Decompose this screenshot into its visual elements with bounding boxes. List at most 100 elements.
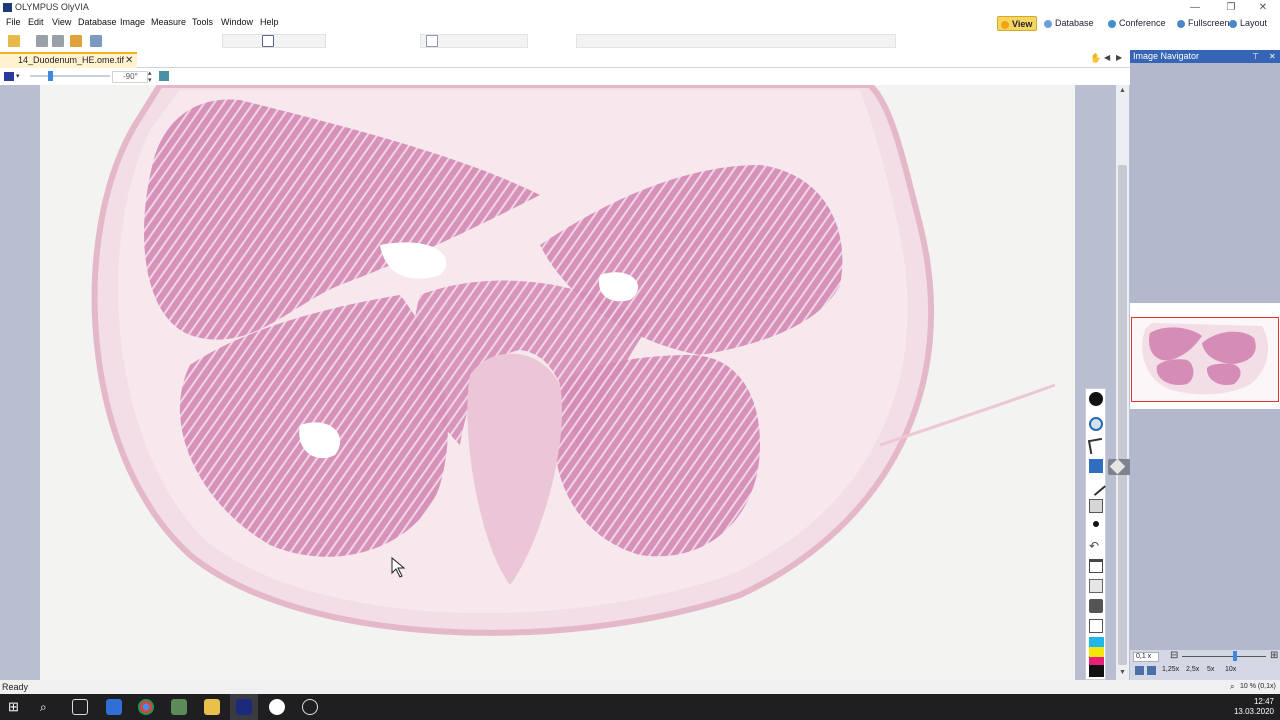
menu-view[interactable]: View: [52, 17, 71, 27]
tool-options-icon[interactable]: [90, 35, 102, 47]
close-tab-icon[interactable]: ✕: [125, 54, 133, 67]
fullscreen-mode-button[interactable]: Fullscreen: [1174, 16, 1234, 31]
chrome-icon[interactable]: [138, 699, 154, 715]
rotation-apply-icon[interactable]: [159, 71, 169, 81]
menu-file[interactable]: File: [6, 17, 21, 27]
fit-icon[interactable]: [1135, 666, 1144, 675]
zoom-in-icon[interactable]: ⊞: [1270, 650, 1278, 661]
database-mode-label: Database: [1055, 18, 1094, 28]
highlighter-icon[interactable]: [1109, 458, 1126, 475]
rotation-stepper[interactable]: ▴ ▾: [148, 70, 152, 84]
color-channel-icon[interactable]: [4, 72, 14, 81]
vertical-scrollbar[interactable]: ▲ ▼: [1116, 85, 1129, 680]
menu-database[interactable]: Database: [78, 17, 117, 27]
zoom-slider-track[interactable]: [1182, 656, 1266, 657]
search-icon[interactable]: ⌕: [40, 699, 56, 715]
measure-tool-group: [576, 34, 896, 48]
view-mode-button[interactable]: View: [997, 16, 1038, 31]
navigator-thumbnail[interactable]: [1131, 317, 1279, 402]
layout-mode-label: Layout: [1240, 18, 1268, 28]
magnifier-icon: ⌕: [1230, 682, 1235, 691]
navigator-title-bar: Image Navigator ⊤ ✕: [1130, 50, 1280, 63]
olyvia-taskbar-icon[interactable]: [236, 699, 252, 715]
pointer-arrow-icon[interactable]: [1087, 437, 1105, 455]
windows-taskbar: ⊞ ⌕ 12:47 13.03.2020: [0, 694, 1280, 720]
single-view-icon[interactable]: [262, 35, 274, 47]
minimize-button[interactable]: —: [1178, 0, 1212, 15]
file-explorer-icon[interactable]: [204, 699, 220, 715]
slide-image[interactable]: [40, 85, 1075, 680]
menu-edit[interactable]: Edit: [28, 17, 44, 27]
status-bar: Ready ⌕ 10 % (0,1x): [0, 680, 1280, 694]
layout-mode-button[interactable]: Layout: [1226, 16, 1271, 31]
brightness-slider-track[interactable]: [30, 75, 110, 77]
line-tool-icon[interactable]: [1086, 476, 1106, 496]
conference-icon: [1108, 20, 1116, 28]
select-rect-icon[interactable]: [426, 35, 438, 47]
zoom-preset-4[interactable]: 10x: [1225, 666, 1236, 673]
tab-scroll-right-icon[interactable]: ▶: [1116, 53, 1122, 62]
scroll-down-icon[interactable]: ▼: [1119, 669, 1126, 676]
taskbar-app-icon-1[interactable]: [106, 699, 122, 715]
navigator-close-icon[interactable]: ✕: [1269, 50, 1276, 63]
task-view-icon[interactable]: [72, 699, 88, 715]
annotation-toolbar: ↶: [1085, 388, 1106, 680]
taskbar-app-icon-7[interactable]: [302, 699, 318, 715]
trash-icon[interactable]: [1089, 559, 1103, 573]
camera-icon[interactable]: [1089, 599, 1103, 613]
view-mode-label: View: [1012, 19, 1033, 29]
database-mode-button[interactable]: Database: [1041, 16, 1098, 31]
channel-dropdown-icon[interactable]: ▾: [16, 72, 20, 80]
clipboard-icon[interactable]: [1089, 619, 1103, 633]
document-tab[interactable]: 14_Duodenum_HE.ome.tif ✕: [0, 52, 137, 68]
menu-window[interactable]: Window: [221, 17, 253, 27]
zoom-slider-thumb[interactable]: [1233, 651, 1237, 661]
brightness-slider-thumb[interactable]: [48, 71, 53, 81]
duodenum-tissue-image: [91, 85, 1056, 636]
zoom-value-field[interactable]: 0,1 x: [1133, 652, 1159, 662]
tab-scroll-left-icon[interactable]: ◀: [1104, 53, 1110, 62]
menu-help[interactable]: Help: [260, 17, 279, 27]
conference-mode-label: Conference: [1119, 18, 1166, 28]
close-window-button[interactable]: ✕: [1246, 0, 1280, 15]
scrollbar-thumb[interactable]: [1118, 165, 1127, 665]
pen-tool-icon[interactable]: [1089, 459, 1103, 473]
eye-icon[interactable]: [1089, 417, 1103, 431]
menu-tools[interactable]: Tools: [192, 17, 213, 27]
title-bar: OLYMPUS OlyVIA — ❐ ✕: [0, 0, 1280, 15]
color-palette-icon[interactable]: [1089, 637, 1104, 677]
zoom-preset-1[interactable]: 1,25x: [1162, 666, 1179, 673]
taskbar-app-icon-3[interactable]: [171, 699, 187, 715]
zoom-out-icon[interactable]: ⊟: [1170, 650, 1178, 661]
start-windows-icon[interactable]: ⊞: [8, 699, 24, 715]
fullscreen-icon: [1177, 20, 1185, 28]
pan-hand-icon[interactable]: ✋: [1090, 53, 1101, 64]
save-icon[interactable]: [36, 35, 48, 47]
taskbar-app-icon-6[interactable]: [269, 699, 285, 715]
pin-icon[interactable]: ⊤: [1252, 50, 1259, 63]
screenshot-icon[interactable]: [1089, 579, 1103, 593]
zoom-preset-3[interactable]: 5x: [1207, 666, 1214, 673]
print-icon[interactable]: [52, 35, 64, 47]
export-icon[interactable]: [70, 35, 82, 47]
zoom-preset-2[interactable]: 2,5x: [1186, 666, 1199, 673]
marker-pin-icon[interactable]: [1089, 392, 1103, 406]
app-icon: [3, 3, 12, 12]
system-clock[interactable]: 12:47 13.03.2020: [1234, 697, 1274, 717]
view-icon: [1001, 21, 1009, 29]
status-text: Ready: [2, 682, 29, 692]
navigator-tissue-thumbnail: [1142, 323, 1268, 395]
restore-button[interactable]: ❐: [1214, 0, 1248, 15]
actual-size-icon[interactable]: [1147, 666, 1156, 675]
point-size-icon[interactable]: [1093, 521, 1099, 527]
menu-measure[interactable]: Measure: [151, 17, 186, 27]
menu-image[interactable]: Image: [120, 17, 145, 27]
open-folder-icon[interactable]: [8, 35, 20, 47]
scroll-up-icon[interactable]: ▲: [1119, 87, 1126, 94]
eraser-icon[interactable]: [1089, 499, 1103, 513]
conference-mode-button[interactable]: Conference: [1105, 16, 1170, 31]
undo-icon[interactable]: ↶: [1089, 539, 1103, 553]
navigator-zoom-controls: 0,1 x ⊟ ⊞ 1,25x 2,5x 5x 10x: [1130, 650, 1280, 680]
rotation-field[interactable]: -90°: [112, 71, 148, 83]
document-tab-label: 14_Duodenum_HE.ome.tif: [18, 55, 125, 65]
